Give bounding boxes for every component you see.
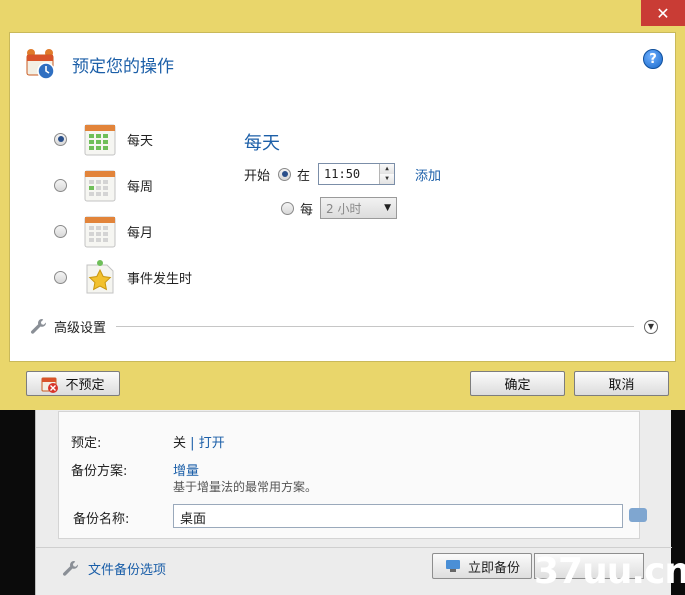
backup-now-label: 立即备份 [467, 560, 520, 576]
radio-on-event[interactable] [54, 270, 67, 284]
dialog-title: 预定您的操作 [72, 56, 174, 77]
option-daily[interactable]: 每天 [54, 121, 153, 157]
comment-icon[interactable] [629, 508, 647, 522]
advanced-settings-label: 高级设置 [54, 321, 107, 336]
interval-select[interactable]: 2 小时 ▼ [320, 197, 398, 219]
cancel-button[interactable]: 取消 [574, 371, 669, 396]
divider [36, 547, 672, 548]
scheme-link[interactable]: 增量 [173, 460, 199, 479]
scheme-label: 备份方案: [71, 464, 128, 479]
calendar-cancel-icon [41, 377, 59, 393]
schedule-dialog: ✕ 预定您的操作 ? 每天 每周 每月 事件发生时 每天 开始 在 11:50 … [0, 0, 685, 410]
radio-daily[interactable] [54, 132, 67, 146]
at-label: 在 [297, 168, 311, 184]
schedule-on-link[interactable]: 打开 [199, 436, 225, 451]
schedule-value: 关 | 打开 [173, 432, 225, 451]
wrench-icon [31, 318, 47, 334]
close-button[interactable]: ✕ [641, 0, 685, 26]
schedule-label: 预定: [71, 436, 102, 451]
every-label: 每 [300, 202, 314, 218]
dialog-content: 预定您的操作 ? 每天 每周 每月 事件发生时 每天 开始 在 11:50 ▲ … [9, 32, 676, 362]
option-on-event-label: 事件发生时 [127, 271, 193, 287]
calendar-daily-icon [84, 124, 116, 156]
time-spinner[interactable]: 11:50 ▲ ▼ [318, 163, 396, 185]
calendar-monthly-icon [84, 216, 116, 248]
watermark: 37uu.cn [534, 551, 685, 592]
help-icon[interactable]: ? [643, 49, 663, 69]
expand-chevron-icon[interactable]: ▼ [644, 319, 658, 334]
start-label: 开始 [244, 168, 271, 184]
event-star-icon [86, 260, 114, 294]
backup-name-label: 备份名称: [73, 512, 130, 527]
wrench-icon [63, 560, 79, 576]
chevron-down-icon: ▼ [384, 203, 392, 213]
dialog-header: 预定您的操作 [24, 47, 174, 81]
option-monthly[interactable]: 每月 [54, 213, 153, 249]
schedule-off[interactable]: 关 [173, 436, 186, 451]
spinner-up-icon[interactable]: ▲ [380, 164, 395, 174]
backup-now-button[interactable]: 立即备份 [432, 553, 532, 579]
alarm-clock-calendar-icon [26, 49, 55, 80]
time-spinner-buttons: ▲ ▼ [379, 164, 395, 184]
option-monthly-label: 每月 [127, 225, 154, 241]
start-at-row: 开始 在 11:50 ▲ ▼ 添加 [244, 163, 441, 185]
add-time-link[interactable]: 添加 [415, 165, 441, 184]
option-weekly[interactable]: 每周 [54, 167, 153, 203]
backup-name-input[interactable]: 桌面 [173, 504, 623, 528]
option-weekly-label: 每周 [127, 179, 154, 195]
option-on-event[interactable]: 事件发生时 [54, 259, 192, 295]
file-backup-options-label: 文件备份选项 [88, 563, 167, 578]
file-backup-options-link[interactable]: 文件备份选项 [62, 559, 166, 578]
radio-monthly[interactable] [54, 224, 67, 238]
scheme-description: 基于增量法的最常用方案。 [173, 480, 318, 494]
radio-at-time[interactable] [278, 167, 292, 181]
advanced-divider [116, 326, 634, 327]
no-schedule-button[interactable]: 不预定 [26, 371, 120, 396]
option-daily-label: 每天 [127, 133, 154, 149]
no-schedule-label: 不预定 [65, 378, 105, 393]
every-row: 每 2 小时 ▼ [281, 197, 398, 219]
radio-every[interactable] [281, 201, 294, 215]
backup-icon [445, 560, 460, 572]
radio-weekly[interactable] [54, 178, 67, 192]
detail-title: 每天 [244, 133, 280, 154]
backup-settings-panel: 预定: 关 | 打开 备份方案: 增量 基于增量法的最常用方案。 备份名称: 桌… [58, 411, 647, 539]
advanced-settings-bar[interactable]: 高级设置 ▼ [30, 317, 658, 336]
schedule-separator: | [190, 436, 195, 451]
calendar-weekly-icon [84, 170, 116, 202]
time-value: 11:50 [324, 167, 361, 181]
interval-value: 2 小时 [326, 201, 362, 216]
ok-button[interactable]: 确定 [470, 371, 565, 396]
spinner-down-icon[interactable]: ▼ [380, 174, 395, 184]
